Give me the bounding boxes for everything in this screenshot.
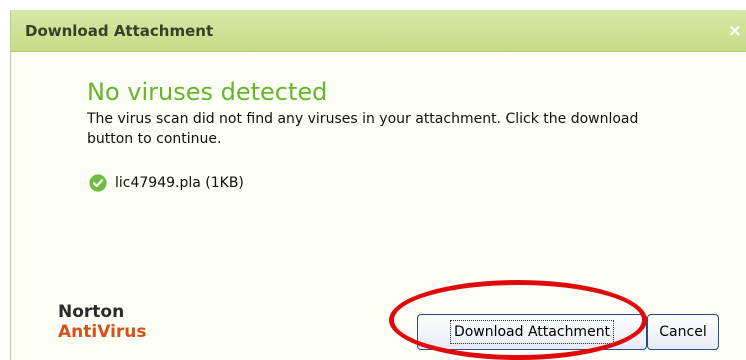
check-circle-icon <box>89 174 107 192</box>
cancel-button[interactable]: Cancel <box>647 314 719 350</box>
download-attachment-button[interactable]: Download Attachment <box>417 314 647 350</box>
scan-result-heading: No viruses detected <box>87 78 328 106</box>
download-button-label: Download Attachment <box>449 320 615 344</box>
close-icon[interactable]: × <box>728 21 742 41</box>
dialog-title-bar: Download Attachment × <box>11 10 746 52</box>
scan-result-message: The virus scan did not find any viruses … <box>87 111 639 147</box>
brand-name: Norton <box>58 302 125 322</box>
brand-product: AntiVirus <box>58 322 147 342</box>
norton-antivirus-logo: Norton AntiVirus <box>58 302 147 342</box>
attachment-file-name: lic47949.pla (1KB) <box>115 175 244 191</box>
dialog-title: Download Attachment <box>25 22 214 40</box>
download-attachment-dialog: Download Attachment × No viruses detecte… <box>10 10 746 360</box>
attachment-file: lic47949.pla (1KB) <box>89 174 244 192</box>
